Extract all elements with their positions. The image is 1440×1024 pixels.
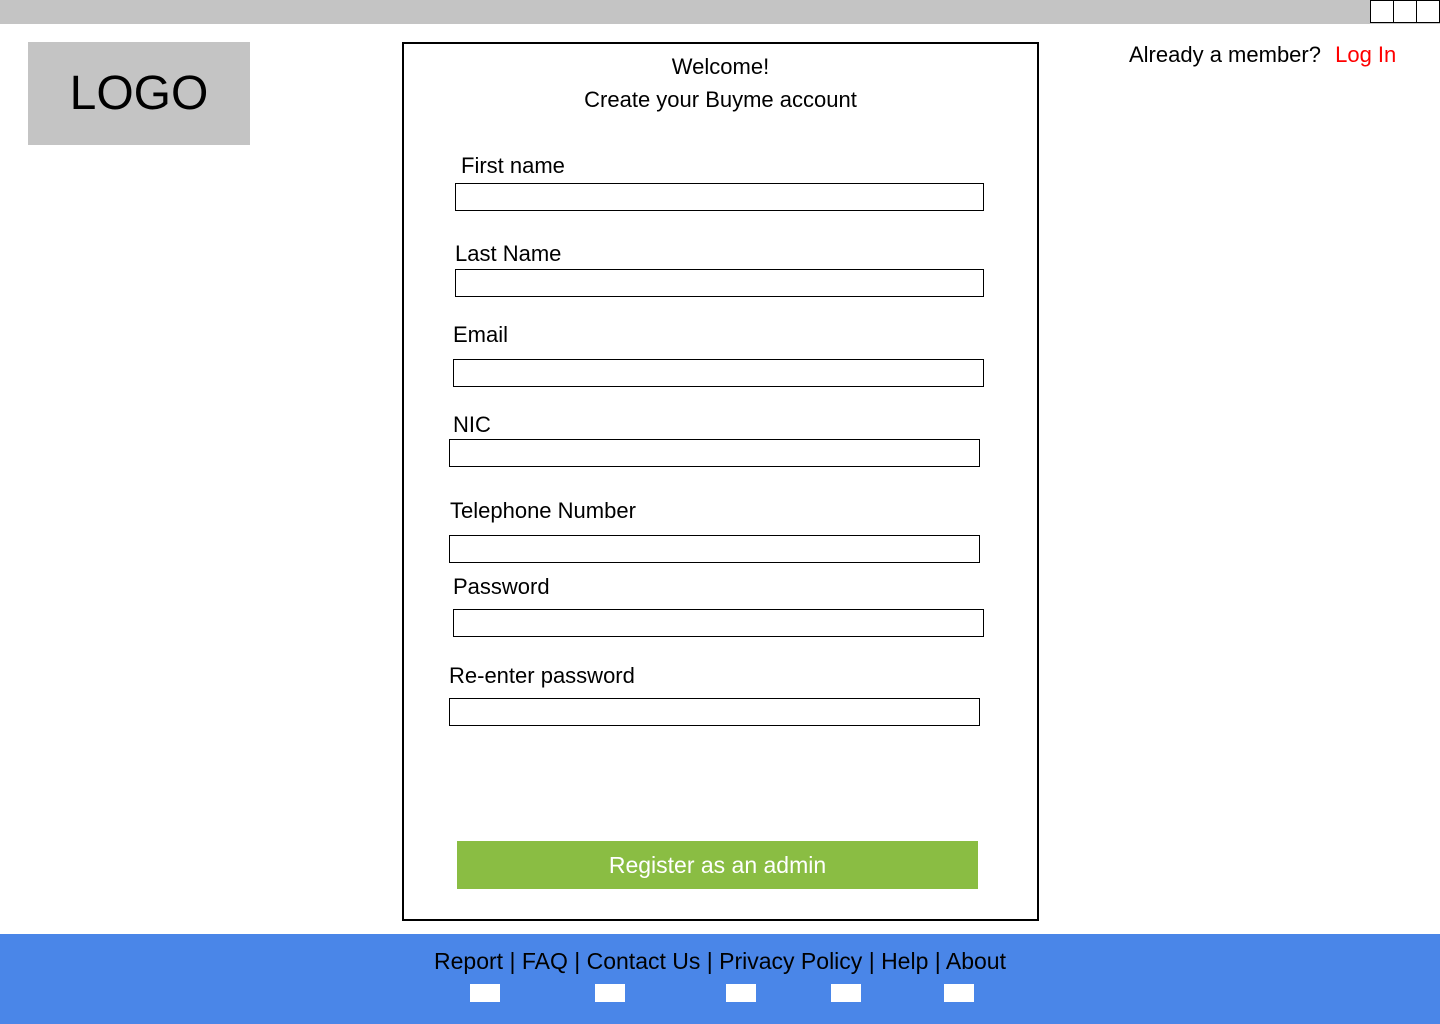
social-icon-2[interactable] <box>595 984 625 1002</box>
telephone-input[interactable] <box>449 535 980 563</box>
password-input[interactable] <box>453 609 984 637</box>
footer-link-about[interactable]: About <box>946 948 1006 974</box>
nic-input[interactable] <box>449 439 980 467</box>
social-icon-5[interactable] <box>944 984 974 1002</box>
minimize-button[interactable] <box>1370 0 1394 23</box>
maximize-button[interactable] <box>1393 0 1417 23</box>
email-label: Email <box>453 322 509 347</box>
social-icon-1[interactable] <box>470 984 500 1002</box>
reenter-password-input[interactable] <box>449 698 980 726</box>
form-subtitle: Create your Buyme account <box>584 87 857 112</box>
footer-separator: | <box>934 948 941 974</box>
member-prompt-area: Already a member? Log In <box>1129 42 1396 68</box>
last-name-input[interactable] <box>455 269 984 297</box>
reenter-password-label: Re-enter password <box>449 663 635 688</box>
register-admin-button[interactable]: Register as an admin <box>457 841 978 889</box>
first-name-label: First name <box>461 153 565 178</box>
email-input[interactable] <box>453 359 984 387</box>
footer-link-privacy[interactable]: Privacy Policy <box>719 948 862 974</box>
footer-link-report[interactable]: Report <box>434 948 503 974</box>
social-icon-3[interactable] <box>726 984 756 1002</box>
footer: Report | FAQ | Contact Us | Privacy Poli… <box>0 934 1440 1024</box>
footer-separator: | <box>574 948 581 974</box>
footer-links: Report | FAQ | Contact Us | Privacy Poli… <box>0 948 1440 975</box>
member-prompt-text: Already a member? <box>1129 42 1321 67</box>
login-link[interactable]: Log In <box>1335 42 1396 67</box>
footer-link-faq[interactable]: FAQ <box>522 948 568 974</box>
registration-form: Welcome! Create your Buyme account First… <box>402 42 1039 921</box>
telephone-label: Telephone Number <box>450 498 636 523</box>
footer-link-help[interactable]: Help <box>881 948 928 974</box>
nic-label: NIC <box>453 412 491 437</box>
footer-link-contact[interactable]: Contact Us <box>587 948 701 974</box>
social-icon-4[interactable] <box>831 984 861 1002</box>
footer-separator: | <box>868 948 875 974</box>
footer-separator: | <box>706 948 713 974</box>
close-button[interactable] <box>1416 0 1440 23</box>
first-name-input[interactable] <box>455 183 984 211</box>
welcome-heading: Welcome! <box>671 54 770 79</box>
window-controls <box>1370 0 1440 23</box>
password-label: Password <box>453 574 550 599</box>
window-title-bar <box>0 0 1440 24</box>
last-name-label: Last Name <box>455 241 562 266</box>
footer-separator: | <box>509 948 516 974</box>
logo: LOGO <box>28 42 250 145</box>
